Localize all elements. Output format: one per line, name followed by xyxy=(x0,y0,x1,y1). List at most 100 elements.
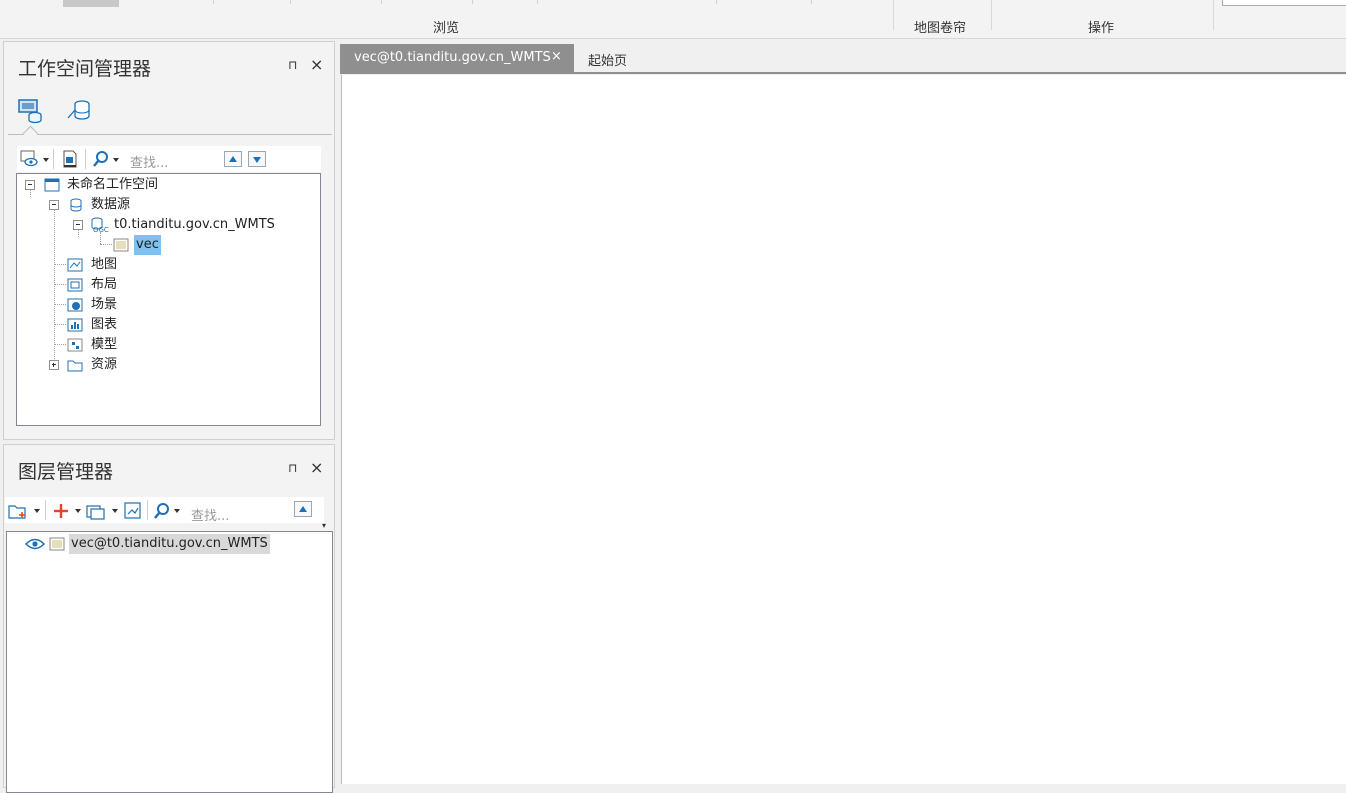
chevron-down-icon[interactable] xyxy=(75,509,81,513)
collapse-toggle[interactable] xyxy=(73,220,83,230)
ribbon-search-input[interactable] xyxy=(1222,0,1346,6)
tree-line xyxy=(100,244,112,245)
map-canvas[interactable] xyxy=(341,75,1346,784)
up-arrow-icon xyxy=(299,506,307,512)
map-icon xyxy=(67,258,83,272)
workspace-tab-icon[interactable] xyxy=(16,96,44,124)
layer-copy-icon[interactable] xyxy=(86,502,108,520)
up-arrow-icon xyxy=(229,156,237,162)
search-icon[interactable] xyxy=(92,150,110,168)
chevron-down-icon[interactable] xyxy=(112,509,118,513)
tree-node-label: 场景 xyxy=(91,297,118,312)
toolbar-separator xyxy=(147,500,148,520)
search-input[interactable]: 查找... xyxy=(191,505,229,524)
new-map-icon[interactable] xyxy=(8,502,28,520)
tree-node-label: 地图 xyxy=(91,257,118,272)
workspace-tree: 未命名工作空间 数据源 OGC t0.tianditu.gov.cn_WMTS xyxy=(16,173,321,426)
tree-node-maps[interactable]: 地图 xyxy=(67,255,167,275)
datasource-icon xyxy=(70,198,82,212)
ribbon-divider xyxy=(811,0,812,4)
toolbar-separator xyxy=(85,149,86,169)
ribbon-group-separator xyxy=(1213,0,1214,30)
layout-icon xyxy=(67,278,83,292)
tree-node-label: t0.tianditu.gov.cn_WMTS xyxy=(114,217,275,232)
layer-name: vec@t0.tianditu.gov.cn_WMTS xyxy=(69,534,270,554)
tree-line xyxy=(54,284,66,285)
tree-node-label: 模型 xyxy=(91,337,118,352)
tab-start-page[interactable]: 起始页 xyxy=(588,50,627,69)
ribbon-group-separator xyxy=(893,0,894,30)
pin-icon[interactable]: ⊓ xyxy=(288,58,297,72)
workspace-toolbar: 查找... xyxy=(17,146,321,172)
ribbon-divider xyxy=(213,0,214,4)
image-dataset-icon xyxy=(113,238,129,252)
layer-list: vec@t0.tianditu.gov.cn_WMTS xyxy=(6,531,333,793)
close-panel-button[interactable]: × xyxy=(310,458,323,477)
tree-node-dataset-vec[interactable]: vec xyxy=(112,235,192,255)
layer-toolbar: 查找... xyxy=(5,497,324,524)
image-dataset-icon xyxy=(49,537,65,551)
active-tab-indicator xyxy=(22,125,39,142)
search-input[interactable]: 查找... xyxy=(130,152,168,171)
ribbon-group-separator xyxy=(991,0,992,30)
panel-title: 工作空间管理器 xyxy=(18,58,152,80)
close-tab-button[interactable]: × xyxy=(551,49,562,64)
down-arrow-icon xyxy=(253,157,261,163)
tree-line xyxy=(54,264,66,265)
tree-line xyxy=(54,324,66,325)
toolbar-separator xyxy=(53,149,54,169)
close-panel-button[interactable]: × xyxy=(310,55,323,74)
tree-node-label: 布局 xyxy=(91,277,118,292)
visibility-icon[interactable] xyxy=(20,150,40,168)
chevron-down-icon[interactable] xyxy=(34,509,40,513)
chevron-down-icon[interactable] xyxy=(113,158,119,162)
properties-icon[interactable] xyxy=(61,150,79,168)
tree-node-label: 图表 xyxy=(91,317,118,332)
workspace-icon xyxy=(44,178,60,192)
collapse-toggle[interactable] xyxy=(25,180,35,190)
search-icon[interactable] xyxy=(153,502,171,520)
eye-icon[interactable] xyxy=(25,536,45,552)
overflow-chevron-icon[interactable]: ▾ xyxy=(322,521,326,530)
layer-item[interactable]: vec@t0.tianditu.gov.cn_WMTS xyxy=(25,534,285,554)
tree-line xyxy=(54,344,66,345)
document-tab-strip: vec@t0.tianditu.gov.cn_WMTS × 起始页 xyxy=(340,43,1346,73)
tree-line xyxy=(54,209,55,365)
tree-node-label: 资源 xyxy=(91,357,118,372)
tree-node-label: vec xyxy=(134,235,161,255)
ribbon: 浏览 地图卷帘 操作 xyxy=(0,0,1346,39)
move-down-button[interactable] xyxy=(248,151,266,167)
tree-node-layouts[interactable]: 布局 xyxy=(67,275,167,295)
panel-title: 图层管理器 xyxy=(18,461,114,483)
scene-icon xyxy=(67,298,83,312)
pin-icon[interactable]: ⊓ xyxy=(288,461,297,475)
ribbon-divider xyxy=(290,0,291,4)
tree-node-models[interactable]: 模型 xyxy=(67,335,167,355)
model-icon xyxy=(67,338,83,352)
move-up-button[interactable] xyxy=(224,151,242,167)
ribbon-divider xyxy=(537,0,538,4)
tree-node-charts[interactable]: 图表 xyxy=(67,315,167,335)
collapse-toggle[interactable] xyxy=(49,200,59,210)
tree-node-wmts-datasource[interactable]: OGC t0.tianditu.gov.cn_WMTS xyxy=(73,215,293,235)
add-icon[interactable] xyxy=(52,502,70,520)
expand-toggle[interactable] xyxy=(49,360,59,370)
tree-node-scenes[interactable]: 场景 xyxy=(67,295,167,315)
ribbon-selected-item[interactable] xyxy=(63,0,119,7)
ribbon-group-browse: 浏览 xyxy=(433,21,460,36)
tab-map-document[interactable]: vec@t0.tianditu.gov.cn_WMTS × xyxy=(340,44,574,72)
tree-node-datasources[interactable]: 数据源 xyxy=(49,195,249,215)
tree-node-workspace[interactable]: 未命名工作空间 xyxy=(25,175,225,195)
full-extent-icon[interactable] xyxy=(124,502,142,520)
tree-node-resources[interactable]: 资源 xyxy=(49,355,169,375)
ribbon-divider xyxy=(472,0,473,4)
chevron-down-icon[interactable] xyxy=(174,509,180,513)
toolbar-separator xyxy=(45,500,46,520)
move-up-button[interactable] xyxy=(294,501,312,517)
ribbon-group-operation: 操作 xyxy=(1088,21,1115,36)
chart-icon xyxy=(67,318,83,332)
layer-manager-panel: 图层管理器 ⊓ × 查找... ▾ vec@t0.tianditu.gov.cn… xyxy=(3,444,335,793)
svg-text:OGC: OGC xyxy=(93,226,109,233)
datasource-tab-icon[interactable] xyxy=(65,96,93,124)
chevron-down-icon[interactable] xyxy=(43,158,49,162)
